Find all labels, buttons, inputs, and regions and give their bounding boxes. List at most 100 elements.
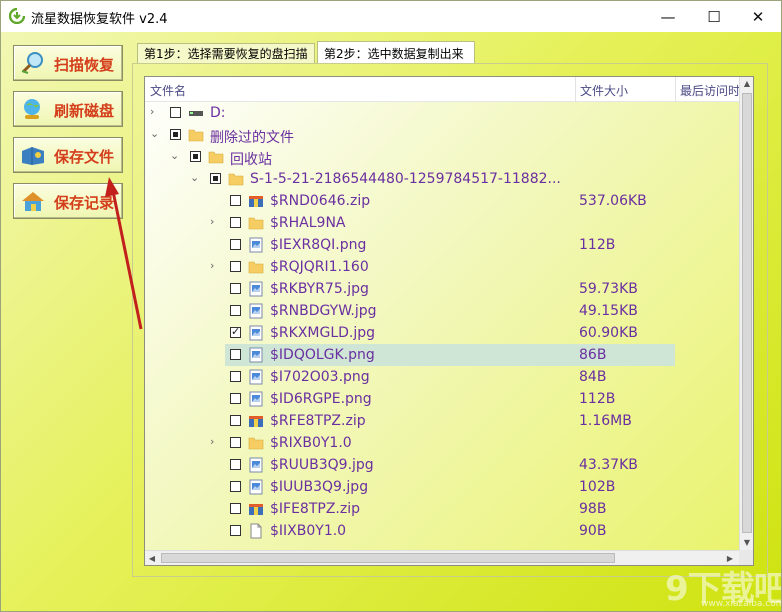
tree-row[interactable]: › $RQJQRI1.160	[145, 256, 739, 278]
save-record-label: 保存记录	[54, 194, 115, 212]
row-filename: $RKBYR75.jpg	[270, 281, 369, 297]
file-tree[interactable]: 文件名 文件大小 最后访问时 › D: ⌄ 删除过的文件 ⌄ 回收站 ⌄ S-1-5-21-2…	[144, 76, 754, 566]
row-filesize: 49.15KB	[579, 303, 638, 319]
tree-row[interactable]: ⌄ 回收站	[145, 146, 739, 169]
tree-row[interactable]: $I702O03.png 84B	[145, 366, 739, 388]
row-checkbox[interactable]	[230, 503, 241, 514]
row-filename: $RQJQRI1.160	[270, 259, 369, 275]
tree-row[interactable]: › $RIXB0Y1.0	[145, 432, 739, 454]
folder-icon	[248, 217, 264, 230]
row-checkbox[interactable]	[170, 129, 181, 140]
row-checkbox[interactable]	[230, 239, 241, 250]
image-icon	[249, 281, 263, 297]
image-icon	[249, 391, 263, 407]
row-filename: S-1-5-21-2186544480-1259784517-11882...	[250, 171, 561, 187]
window-title: 流星数据恢复软件 v2.4	[31, 12, 168, 27]
row-checkbox[interactable]	[230, 305, 241, 316]
column-separator[interactable]	[675, 77, 676, 101]
row-filename: D:	[210, 105, 226, 121]
row-filename: $RNBDGYW.jpg	[270, 303, 377, 319]
expand-arrow-icon[interactable]: ›	[210, 260, 220, 272]
tree-row[interactable]: ⌄ 删除过的文件	[145, 124, 739, 147]
tree-row[interactable]: $IIXB0Y1.0 90B	[145, 520, 739, 542]
save-record-button[interactable]: 保存记录	[13, 183, 123, 219]
row-filename: 回收站	[230, 152, 272, 168]
row-filename: $ID6RGPE.png	[270, 391, 372, 407]
refresh-disk-button[interactable]: 刷新磁盘	[13, 91, 123, 127]
tree-row[interactable]: › D:	[145, 102, 739, 124]
collapse-arrow-icon[interactable]: ⌄	[150, 128, 160, 140]
tree-row[interactable]: $RKXMGLD.jpg 60.90KB	[145, 322, 739, 344]
tree-row[interactable]: $RND0646.zip 537.06KB	[145, 190, 739, 212]
house-icon	[22, 192, 44, 211]
folder-icon	[248, 437, 264, 450]
row-checkbox[interactable]	[230, 261, 241, 272]
save-file-button[interactable]: 保存文件	[13, 137, 123, 173]
title-bar: 流星数据恢复软件 v2.4 — ☐ ✕	[1, 1, 781, 32]
tree-row[interactable]: $RFE8TPZ.zip 1.16MB	[145, 410, 739, 432]
row-filesize: 86B	[579, 347, 607, 363]
row-checkbox[interactable]	[230, 325, 241, 338]
row-checkbox[interactable]	[230, 459, 241, 470]
tree-row[interactable]: $IEXR8QI.png 112B	[145, 234, 739, 256]
scroll-left-icon[interactable]: ◀	[145, 551, 159, 565]
row-checkbox[interactable]	[190, 151, 201, 162]
tree-row[interactable]: $ID6RGPE.png 112B	[145, 388, 739, 410]
app-logo-icon	[9, 8, 25, 24]
column-separator[interactable]	[575, 77, 576, 101]
expand-arrow-icon	[210, 348, 220, 360]
row-checkbox[interactable]	[230, 349, 241, 360]
row-checkbox[interactable]	[230, 393, 241, 404]
close-button[interactable]: ✕	[735, 1, 781, 32]
horizontal-scroll-thumb[interactable]	[161, 553, 615, 563]
column-size[interactable]: 文件大小	[580, 82, 628, 99]
watermark: 9下载吧 www.xiazaiba.com	[641, 559, 781, 611]
folder-icon	[228, 173, 244, 186]
vertical-scrollbar[interactable]: ▲ ▼	[739, 77, 753, 550]
tab-step1[interactable]: 第1步：选择需要恢复的盘扫描	[137, 43, 315, 63]
row-checkbox[interactable]	[230, 371, 241, 382]
tab-step2[interactable]: 第2步：选中数据复制出来	[317, 41, 475, 64]
close-icon: ✕	[751, 7, 765, 26]
image-icon	[249, 347, 263, 363]
row-checkbox[interactable]	[230, 437, 241, 448]
expand-arrow-icon[interactable]: ›	[210, 436, 220, 448]
tree-row[interactable]: ⌄ S-1-5-21-2186544480-1259784517-11882...	[145, 168, 739, 190]
tree-row[interactable]: $RKBYR75.jpg 59.73KB	[145, 278, 739, 300]
row-checkbox[interactable]	[230, 217, 241, 228]
row-checkbox[interactable]	[230, 195, 241, 206]
row-checkbox[interactable]	[230, 481, 241, 492]
collapse-arrow-icon[interactable]: ⌄	[190, 172, 200, 184]
minimize-button[interactable]: —	[645, 1, 691, 32]
row-checkbox[interactable]	[230, 415, 241, 426]
save-file-icon	[22, 147, 44, 165]
column-accessed[interactable]: 最后访问时	[680, 82, 740, 99]
row-filesize: 98B	[579, 501, 607, 517]
app-window: 流星数据恢复软件 v2.4 — ☐ ✕ 扫描恢复 刷新磁盘 保存文件 保存记录 …	[0, 0, 782, 612]
tree-row[interactable]: $IFE8TPZ.zip 98B	[145, 498, 739, 520]
tree-row[interactable]: $RUUB3Q9.jpg 43.37KB	[145, 454, 739, 476]
scroll-down-icon[interactable]: ▼	[740, 536, 753, 550]
tree-row[interactable]: › $RHAL9NA	[145, 212, 739, 234]
scroll-up-icon[interactable]: ▲	[740, 77, 753, 91]
expand-arrow-icon[interactable]: ›	[150, 106, 160, 118]
row-checkbox[interactable]	[210, 173, 221, 184]
collapse-arrow-icon[interactable]: ⌄	[170, 150, 180, 162]
tree-row[interactable]: $IUUB3Q9.jpg 102B	[145, 476, 739, 498]
expand-arrow-icon[interactable]: ›	[210, 216, 220, 228]
column-name[interactable]: 文件名	[150, 82, 186, 99]
row-checkbox[interactable]	[230, 283, 241, 294]
magnifier-icon	[21, 52, 43, 74]
scan-recover-button[interactable]: 扫描恢复	[13, 45, 123, 81]
tree-row[interactable]: $RNBDGYW.jpg 49.15KB	[145, 300, 739, 322]
drive-icon	[189, 111, 203, 116]
row-filesize: 1.16MB	[579, 413, 632, 429]
expand-arrow-icon	[210, 392, 220, 404]
vertical-scroll-thumb[interactable]	[742, 93, 752, 533]
maximize-button[interactable]: ☐	[691, 1, 737, 32]
expand-arrow-icon	[210, 194, 220, 206]
tree-row-selected[interactable]: $IDQOLGK.png 86B	[145, 344, 739, 366]
row-checkbox[interactable]	[170, 107, 181, 118]
row-checkbox[interactable]	[230, 525, 241, 536]
row-filename: $RUUB3Q9.jpg	[270, 457, 374, 473]
